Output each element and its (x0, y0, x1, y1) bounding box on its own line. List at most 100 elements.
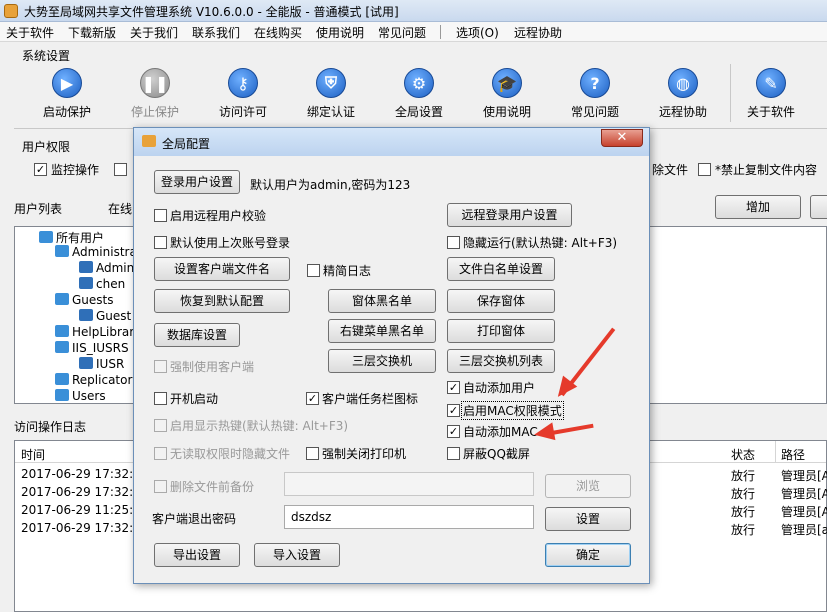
auto-add-user-checkbox[interactable]: ✓ (447, 380, 460, 394)
annotation-arrowhead (532, 422, 556, 444)
app-icon (4, 4, 18, 18)
global-config-dialog: 全局配置 ✕ 登录用户设置 默认用户为admin,密码为123 启用远程用户校验… (133, 127, 650, 584)
computer-icon (79, 277, 93, 289)
usage-guide-button[interactable]: 🎓 使用说明 (464, 68, 550, 120)
set-password-button[interactable]: 设置 (545, 507, 631, 531)
play-icon: ▶ (52, 68, 82, 98)
log-row-status: 放行 (731, 505, 756, 519)
exit-password-label: 客户端退出密码 (152, 512, 237, 526)
l3-switch-list-button[interactable]: 三层交换机列表 (447, 349, 555, 373)
backup-delete-checkbox[interactable] (154, 479, 167, 493)
last-account-label: 默认使用上次账号登录 (170, 236, 291, 250)
l3-switch-button[interactable]: 三层交换机 (328, 349, 436, 373)
remote-login-settings-button[interactable]: 远程登录用户设置 (447, 203, 572, 227)
taskbar-icon-checkbox[interactable]: ✓ (306, 391, 319, 405)
export-settings-button[interactable]: 导出设置 (154, 543, 240, 567)
userlist-title: 用户列表 (14, 202, 63, 216)
tree-all-users[interactable]: 所有用户 (39, 229, 104, 246)
access-permit-button[interactable]: ⚷ 访问许可 (200, 68, 286, 120)
tree-user-iusr[interactable]: IUSR (79, 357, 124, 371)
faq-button[interactable]: ? 常见问题 (552, 68, 638, 120)
brief-log-checkbox[interactable] (307, 263, 320, 277)
online-label: 在线 (108, 202, 133, 216)
window-blacklist-button[interactable]: 窗体黑名单 (328, 289, 436, 313)
remote-verify-checkbox[interactable] (154, 208, 167, 222)
stop-protect-button[interactable]: ❚❚ 停止保护 (112, 68, 198, 120)
about-software-button[interactable]: ✎ 关于软件 (728, 68, 814, 120)
remote-assist-button[interactable]: ◍ 远程协助 (640, 68, 726, 120)
file-whitelist-button[interactable]: 文件白名单设置 (447, 257, 555, 281)
log-header-time[interactable]: 时间 (21, 446, 45, 463)
bind-auth-button[interactable]: ⛨ 绑定认证 (288, 68, 374, 120)
force-close-printer-checkbox[interactable] (306, 446, 319, 460)
menu-about-us[interactable]: 关于我们 (130, 24, 178, 41)
access-permit-label: 访问许可 (218, 105, 267, 119)
app-titlebar: 大势至局域网共享文件管理系统 V10.6.0.0 - 全能版 - 普通模式 [试… (0, 0, 827, 22)
mac-mode-checkbox[interactable]: ✓ (447, 403, 460, 417)
menu-contact[interactable]: 联系我们 (192, 24, 240, 41)
question-icon: ? (580, 68, 610, 98)
tree-administrators[interactable]: Administra (55, 245, 137, 259)
log-row-time: 2017-06-29 17:32:3 (21, 521, 141, 535)
monitor-checkbox[interactable]: ✓ (34, 162, 47, 176)
mac-mode-label: 启用MAC权限模式 (461, 401, 564, 420)
browse-button[interactable]: 浏览 (545, 474, 631, 498)
menu-download[interactable]: 下载新版 (68, 24, 116, 41)
login-user-settings-button[interactable]: 登录用户设置 (154, 170, 240, 194)
startup-checkbox[interactable] (154, 391, 167, 405)
block-qq-checkbox[interactable] (447, 446, 460, 460)
tree-user-chen[interactable]: chen (79, 277, 125, 291)
client-filename-button[interactable]: 设置客户端文件名 (154, 257, 290, 281)
add-user-button[interactable]: 增加 (715, 195, 801, 219)
tree-user-admin[interactable]: Admini (79, 261, 138, 275)
log-row-path: 管理员[a (781, 523, 827, 537)
graduation-cap-icon: 🎓 (492, 68, 522, 98)
column-divider (775, 441, 776, 463)
backup-delete-label: 删除文件前备份 (170, 480, 255, 494)
global-settings-label: 全局设置 (394, 105, 443, 119)
close-button[interactable]: ✕ (601, 129, 643, 147)
perm-checkbox-2[interactable] (114, 162, 127, 176)
menu-buy[interactable]: 在线购买 (254, 24, 302, 41)
tree-guests[interactable]: Guests (55, 293, 114, 307)
hotkey-label: 启用显示热键(默认热键: Alt+F3) (170, 419, 349, 433)
log-header-status[interactable]: 状态 (731, 446, 755, 463)
tree-users[interactable]: Users (55, 389, 106, 403)
menu-help[interactable]: 使用说明 (316, 24, 364, 41)
exit-password-input[interactable]: dszdsz (284, 505, 534, 529)
next-button[interactable] (810, 195, 827, 219)
shield-icon: ⛨ (316, 68, 346, 98)
print-window-button[interactable]: 打印窗体 (447, 319, 555, 343)
startup-label: 开机启动 (170, 392, 219, 406)
default-user-note: 默认用户为admin,密码为123 (250, 178, 411, 192)
ok-button[interactable]: 确定 (545, 543, 631, 567)
last-account-checkbox[interactable] (154, 235, 167, 249)
toolbar-group-title: 系统设置 (22, 49, 71, 63)
log-title: 访问操作日志 (14, 420, 87, 434)
global-settings-button[interactable]: ⚙ 全局设置 (376, 68, 462, 120)
menu-options[interactable]: 选项(O) (456, 24, 499, 41)
menu-remote[interactable]: 远程协助 (514, 24, 562, 41)
backup-path-input[interactable] (284, 472, 534, 496)
hide-run-checkbox[interactable] (447, 235, 460, 249)
no-copy-content-checkbox[interactable] (698, 162, 711, 176)
hide-noperm-checkbox[interactable] (154, 446, 167, 460)
import-settings-button[interactable]: 导入设置 (254, 543, 340, 567)
log-header-path[interactable]: 路径 (781, 446, 805, 463)
rightmenu-blacklist-button[interactable]: 右键菜单黑名单 (328, 319, 436, 343)
document-pen-icon: ✎ (756, 68, 786, 98)
tree-iis-iusrs[interactable]: IIS_IUSRS (55, 341, 129, 355)
save-window-button[interactable]: 保存窗体 (447, 289, 555, 313)
menu-about-software[interactable]: 关于软件 (6, 24, 54, 41)
auto-add-mac-checkbox[interactable]: ✓ (447, 424, 460, 438)
tree-replicator[interactable]: Replicator (55, 373, 132, 387)
start-protect-button[interactable]: ▶ 启动保护 (24, 68, 110, 120)
tree-user-guest[interactable]: Guest (79, 309, 131, 323)
hotkey-checkbox[interactable] (154, 418, 167, 432)
force-client-checkbox[interactable] (154, 359, 167, 373)
tree-helplibrary[interactable]: HelpLibrary (55, 325, 141, 339)
database-settings-button[interactable]: 数据库设置 (154, 323, 240, 347)
menu-separator (440, 25, 441, 39)
restore-default-button[interactable]: 恢复到默认配置 (154, 289, 290, 313)
menu-faq[interactable]: 常见问题 (378, 24, 426, 41)
